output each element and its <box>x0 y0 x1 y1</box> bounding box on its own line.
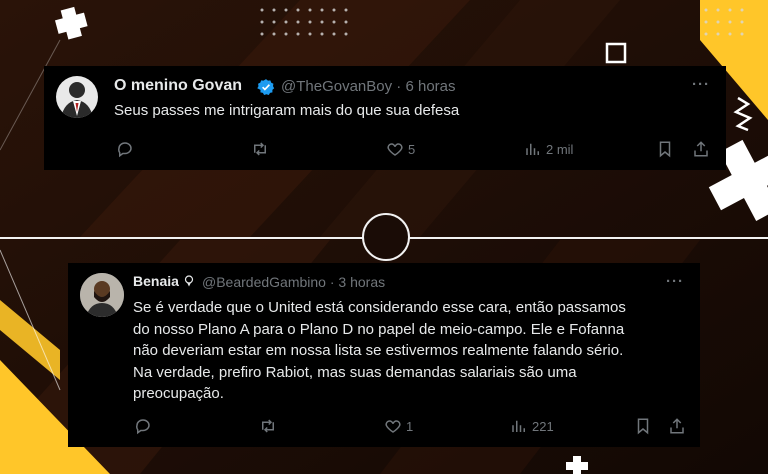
handle[interactable]: @TheGovanBoy <box>281 78 392 95</box>
center-circle <box>362 213 410 261</box>
share-button[interactable] <box>692 140 710 158</box>
verified-badge-icon <box>257 79 275 96</box>
handle[interactable]: @BeardedGambino <box>202 274 326 290</box>
timestamp[interactable]: 3 horas <box>338 274 385 290</box>
tweet-text: Seus passes me intrigaram mais do que su… <box>114 102 460 119</box>
more-options-icon[interactable]: ··· <box>692 76 710 93</box>
more-options-icon[interactable]: ··· <box>666 273 684 290</box>
views-button[interactable]: 2 mil <box>524 140 573 158</box>
beard-emoji-icon <box>184 275 193 287</box>
bookmark-button[interactable] <box>634 417 652 435</box>
heart-icon <box>387 143 403 156</box>
avatar[interactable] <box>80 273 124 317</box>
display-name-text: Benaia <box>133 273 179 289</box>
tweet-text-line: não deveriam estar em nossa lista se est… <box>133 342 624 359</box>
display-name[interactable]: O menino Govan <box>114 77 242 95</box>
tweet-text: Se é verdade que o United está considera… <box>133 297 626 405</box>
share-icon <box>694 141 708 157</box>
tweet-text-line: Na verdade, prefiro Rabiot, mas suas dem… <box>133 363 577 381</box>
like-count: 5 <box>408 141 416 157</box>
retweet-icon <box>262 419 274 433</box>
bookmark-icon <box>637 418 649 435</box>
reply-button[interactable] <box>134 417 152 435</box>
share-button[interactable] <box>668 417 686 435</box>
like-button[interactable]: 5 <box>386 140 415 158</box>
views-icon <box>512 420 525 432</box>
display-name[interactable]: Benaia <box>133 273 195 289</box>
tweet-text-line: Se é verdade que o United está considera… <box>133 299 626 316</box>
timestamp[interactable]: 6 horas <box>405 78 455 95</box>
tweet-card[interactable]: Benaia @BeardedGambino · 3 horas ··· Se … <box>68 263 700 447</box>
handle-and-time: @BeardedGambino · 3 horas <box>202 274 385 290</box>
separator-dot: · <box>396 78 402 95</box>
retweet-button[interactable] <box>258 417 278 435</box>
separator-dot: · <box>329 274 335 290</box>
views-button[interactable]: 221 <box>510 417 554 435</box>
reply-icon <box>136 419 150 435</box>
view-count: 221 <box>532 418 554 434</box>
avatar[interactable] <box>56 76 98 118</box>
retweet-icon <box>254 142 266 156</box>
bookmark-button[interactable] <box>656 140 674 158</box>
reply-button[interactable] <box>116 140 134 158</box>
tweet-text-line: do nosso Plano A para o Plano D no papel… <box>133 320 625 338</box>
tweet-text-line: preocupação. <box>133 385 224 402</box>
tweet-card[interactable]: O menino Govan @TheGovanBoy · 6 horas ··… <box>44 66 726 170</box>
retweet-button[interactable] <box>250 140 270 158</box>
view-count: 2 mil <box>546 141 574 157</box>
bookmark-icon <box>659 141 671 158</box>
heart-icon <box>385 420 401 433</box>
like-button[interactable]: 1 <box>384 417 413 435</box>
reply-icon <box>118 142 132 158</box>
handle-and-time: @TheGovanBoy · 6 horas <box>281 78 456 95</box>
views-icon <box>526 143 539 155</box>
share-icon <box>670 418 684 434</box>
like-count: 1 <box>406 418 414 434</box>
